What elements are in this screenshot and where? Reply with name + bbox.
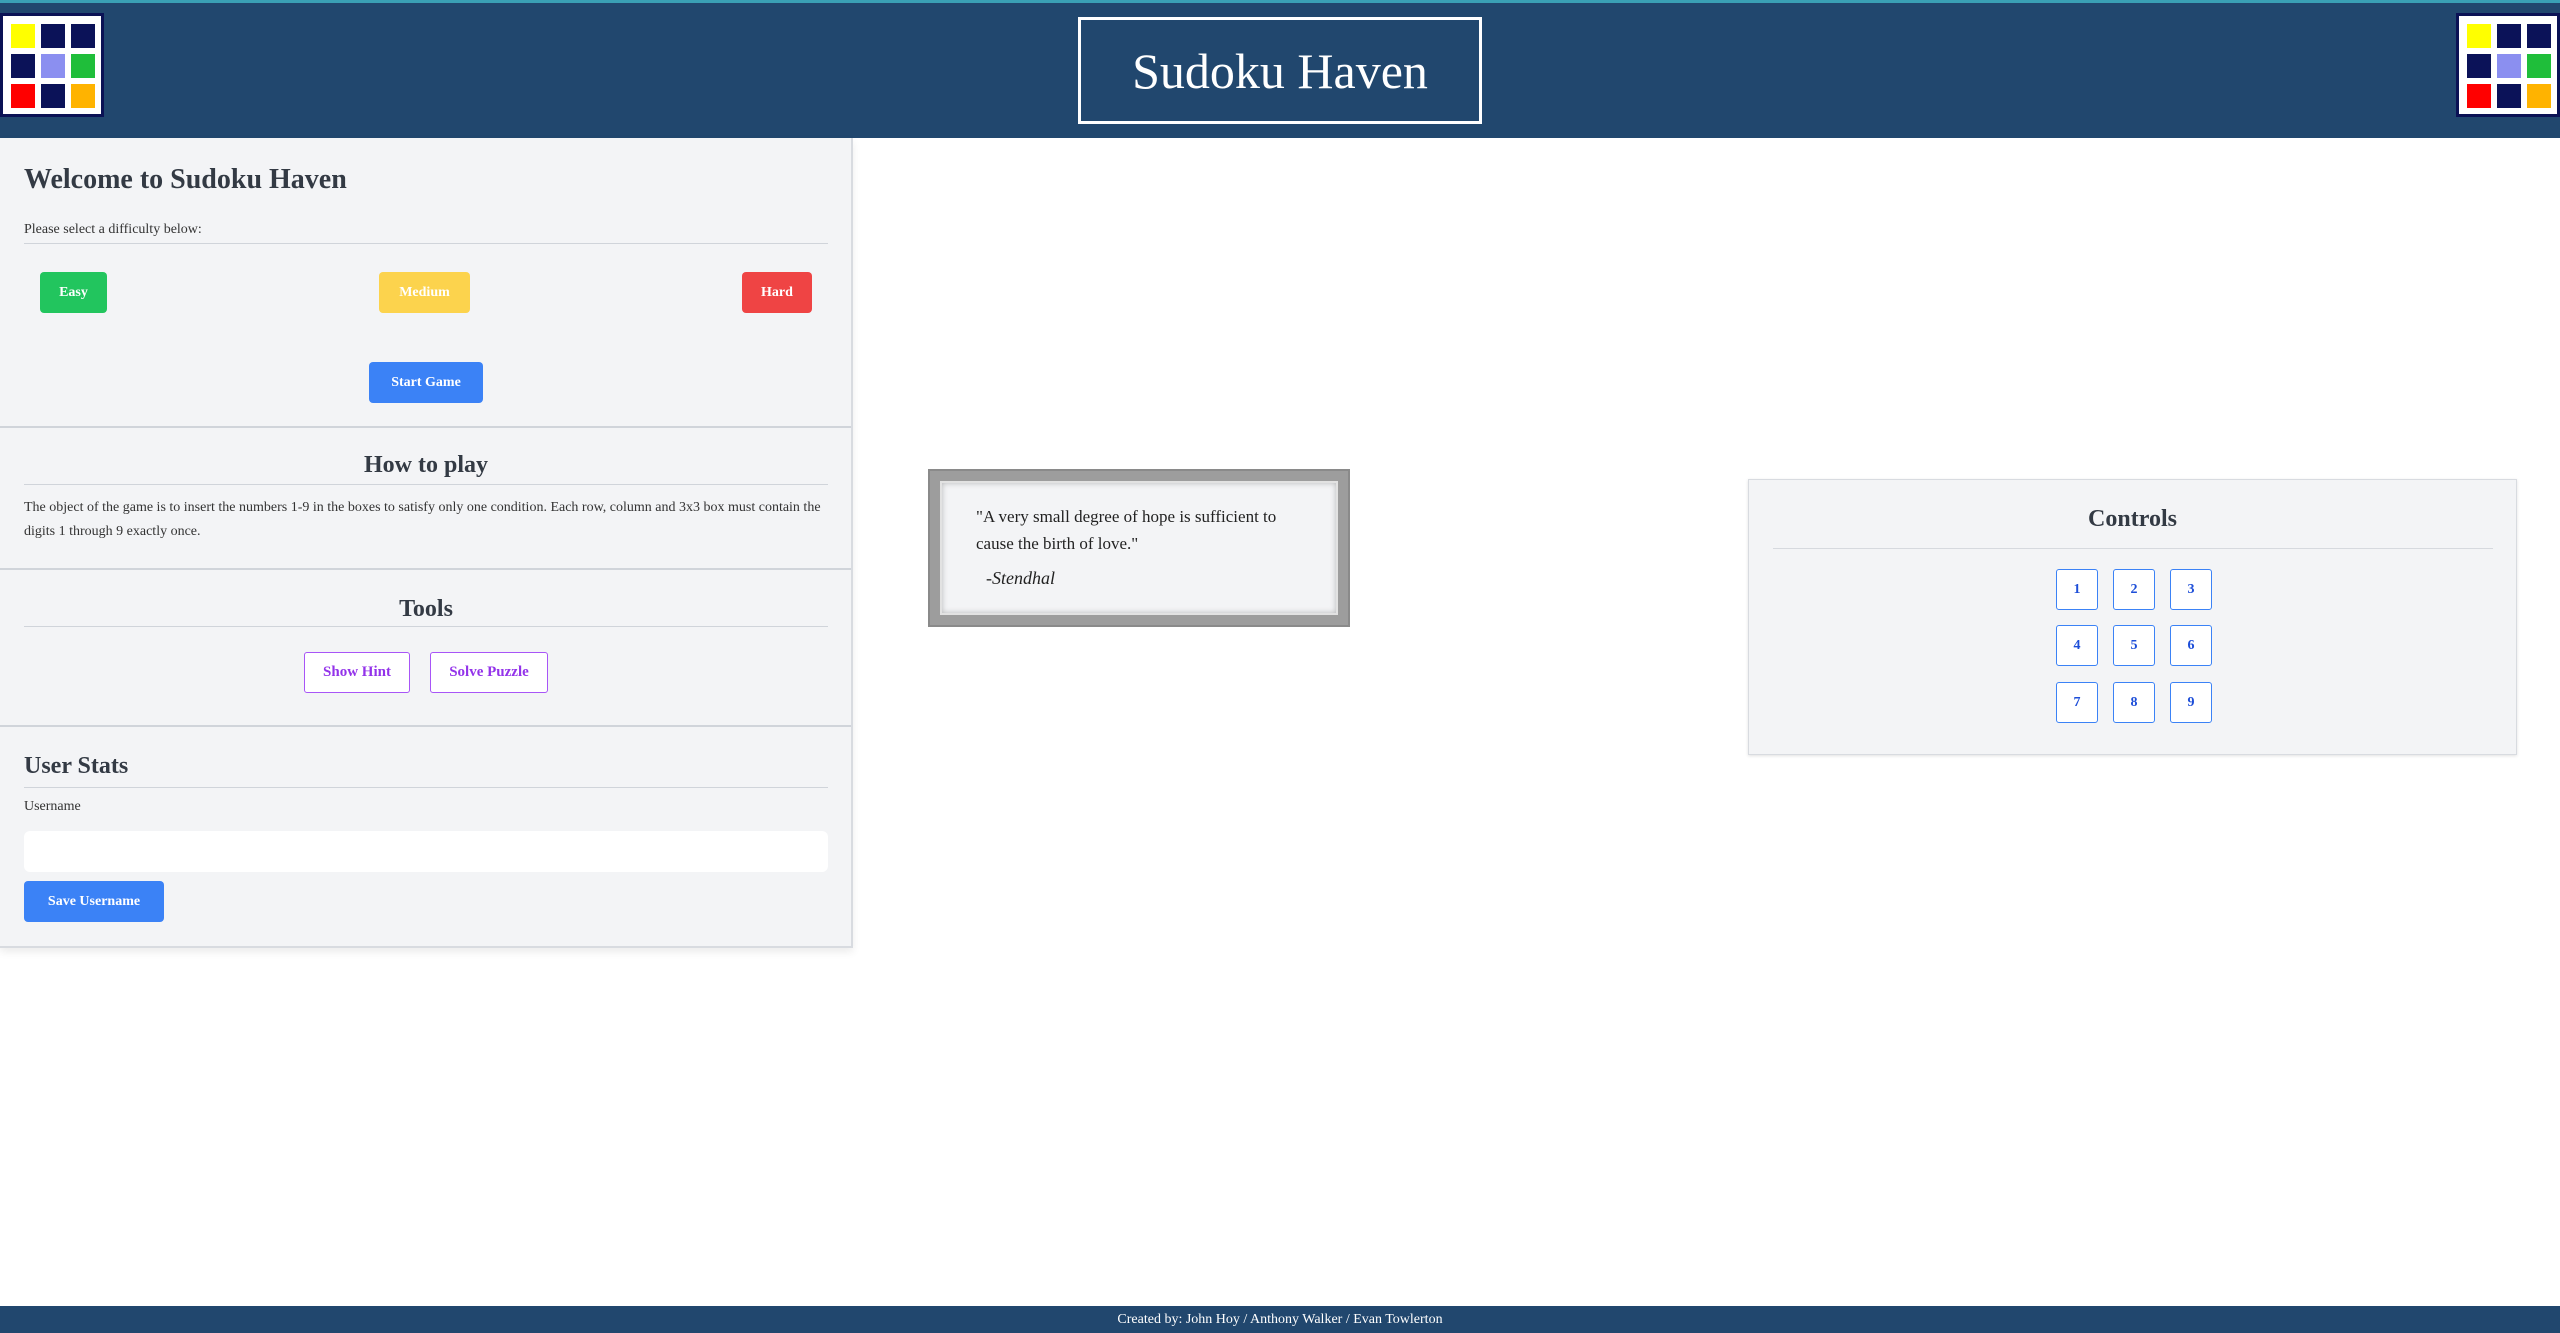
save-username-button[interactable]: Save Username [24,881,164,922]
quote-author: -Stendhal [986,568,1055,588]
quote-box: "A very small degree of hope is sufficie… [940,481,1338,615]
easy-button[interactable]: Easy [40,272,107,313]
logo-square [2467,54,2491,78]
number-button-7[interactable]: 7 [2056,682,2098,723]
how-to-play-section: How to play The object of the game is to… [0,428,851,570]
number-button-4[interactable]: 4 [2056,625,2098,666]
controls-heading: Controls [2088,506,2177,532]
divider [1773,548,2493,549]
tools-section: Tools Show Hint Solve Puzzle [0,570,851,727]
user-stats-section: User Stats Username Save Username [0,727,851,948]
logo-square [2497,84,2521,108]
difficulty-prompt: Please select a difficulty below: [24,222,202,237]
user-stats-heading: User Stats [24,753,129,779]
divider [24,787,828,788]
divider [24,626,828,627]
hard-button[interactable]: Hard [742,272,812,313]
divider [24,484,828,485]
logo-square [2497,54,2521,78]
logo-square [71,84,95,108]
logo-square [2527,54,2551,78]
controls-panel: Controls 1 2 3 4 5 6 7 8 9 [1748,479,2517,755]
logo-square [71,24,95,48]
logo-square [41,24,65,48]
footer-credits: Created by: John Hoy / Anthony Walker / … [1117,1311,1443,1327]
welcome-heading: Welcome to Sudoku Haven [24,164,347,195]
medium-button[interactable]: Medium [379,272,470,313]
divider [24,243,828,244]
logo-square [2527,24,2551,48]
logo-square [41,84,65,108]
how-to-play-heading: How to play [363,452,488,478]
number-button-2[interactable]: 2 [2113,569,2155,610]
number-button-6[interactable]: 6 [2170,625,2212,666]
username-label: Username [24,799,81,814]
number-button-9[interactable]: 9 [2170,682,2212,723]
logo-left [0,13,104,117]
quote-frame: "A very small degree of hope is sufficie… [928,469,1350,627]
logo-square [11,54,35,78]
logo-square [11,24,35,48]
logo-square [2497,24,2521,48]
logo-square [71,54,95,78]
number-button-8[interactable]: 8 [2113,682,2155,723]
site-title: Sudoku Haven [1078,17,1482,124]
number-button-3[interactable]: 3 [2170,569,2212,610]
quote-text: "A very small degree of hope is sufficie… [976,507,1277,553]
show-hint-button[interactable]: Show Hint [304,652,410,693]
logo-square [2467,24,2491,48]
number-button-5[interactable]: 5 [2113,625,2155,666]
username-input[interactable] [24,831,828,872]
how-to-play-text: The object of the game is to insert the … [24,500,821,539]
logo-square [2527,84,2551,108]
header-bar: Sudoku Haven [0,0,2560,138]
logo-square [2467,84,2491,108]
logo-square [11,84,35,108]
left-panel: Welcome to Sudoku Haven Please select a … [0,138,853,948]
logo-right [2456,13,2560,117]
number-button-1[interactable]: 1 [2056,569,2098,610]
tools-heading: Tools [399,596,453,622]
logo-square [41,54,65,78]
welcome-section: Welcome to Sudoku Haven Please select a … [0,138,851,428]
footer-bar: Created by: John Hoy / Anthony Walker / … [0,1306,2560,1333]
solve-puzzle-button[interactable]: Solve Puzzle [430,652,548,693]
start-game-button[interactable]: Start Game [369,362,483,403]
